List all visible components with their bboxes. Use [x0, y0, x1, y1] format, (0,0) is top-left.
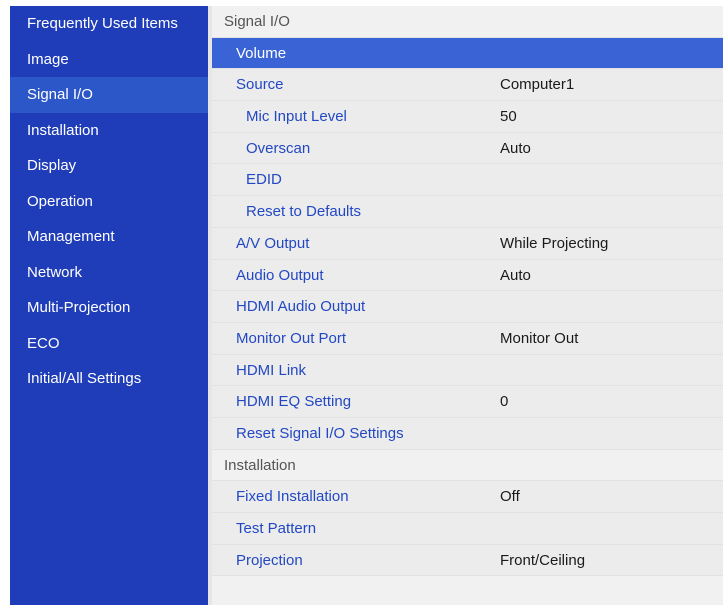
- sidebar-item-display[interactable]: Display: [10, 148, 208, 184]
- menu-row-reset-to-defaults[interactable]: Reset to Defaults: [212, 196, 723, 228]
- row-label: Test Pattern: [236, 520, 317, 537]
- sidebar-item-network[interactable]: Network: [10, 255, 208, 291]
- menu-row-hdmi-eq-setting[interactable]: HDMI EQ Setting 0: [212, 386, 723, 418]
- row-label: Overscan: [246, 139, 311, 157]
- row-label: Volume: [236, 44, 287, 62]
- sidebar-item-initial-all-settings[interactable]: Initial/All Settings: [10, 361, 208, 397]
- row-value: Off: [500, 488, 520, 506]
- row-label: Fixed Installation: [236, 488, 349, 506]
- row-label: HDMI Audio Output: [236, 298, 366, 316]
- menu-row-hdmi-link[interactable]: HDMI Link: [212, 354, 723, 387]
- row-label: Reset Signal I/O Settings: [236, 424, 404, 442]
- row-value: Front/Ceiling: [500, 551, 586, 569]
- menu-row-mic-input-level[interactable]: Mic Input Level 50: [212, 101, 723, 133]
- row-label: Monitor Out Port: [236, 329, 347, 347]
- row-label: A/V Output: [236, 234, 310, 252]
- row-label: Audio Output: [236, 266, 324, 284]
- menu-row-edid[interactable]: EDID: [212, 164, 723, 197]
- section-header-installation: Installation: [212, 449, 723, 482]
- section-title: Installation: [224, 456, 296, 474]
- sidebar-item-installation[interactable]: Installation: [10, 113, 208, 149]
- menu-row-overscan[interactable]: Overscan Auto: [212, 132, 723, 165]
- projector-menu: Frequently Used Items Image Signal I/O I…: [10, 6, 723, 605]
- row-label: HDMI EQ Setting: [236, 393, 352, 411]
- row-label: Projection: [236, 551, 303, 569]
- section-header-signal-io: Signal I/O: [212, 6, 723, 38]
- sidebar-item-frequently-used-items[interactable]: Frequently Used Items: [10, 6, 208, 42]
- menu-row-test-pattern[interactable]: Test Pattern: [212, 513, 723, 545]
- menu-row-fixed-installation[interactable]: Fixed Installation Off: [212, 481, 723, 513]
- row-label: Mic Input Level: [246, 108, 347, 126]
- sidebar-item-multi-projection[interactable]: Multi-Projection: [10, 290, 208, 326]
- menu-row-av-output[interactable]: A/V Output While Projecting: [212, 227, 723, 260]
- sidebar-item-management[interactable]: Management: [10, 219, 208, 255]
- row-label: EDID: [246, 171, 282, 189]
- menu-row-volume[interactable]: Volume: [212, 37, 723, 70]
- sidebar-item-eco[interactable]: ECO: [10, 326, 208, 362]
- row-label: HDMI Link: [236, 361, 307, 379]
- row-value: Auto: [500, 139, 531, 157]
- row-value: Auto: [500, 266, 531, 284]
- menu-row-hdmi-audio-output[interactable]: HDMI Audio Output: [212, 291, 723, 323]
- row-value: 50: [500, 108, 517, 126]
- row-label: Reset to Defaults: [246, 203, 362, 221]
- section-title: Signal I/O: [224, 13, 290, 30]
- row-label: Source: [236, 76, 284, 94]
- menu-row-projection[interactable]: Projection Front/Ceiling: [212, 544, 723, 577]
- row-value: Monitor Out: [500, 329, 579, 347]
- row-value: While Projecting: [500, 234, 609, 252]
- menu-row-source[interactable]: Source Computer1: [212, 69, 723, 102]
- settings-panel: Signal I/O Volume Source Computer1 Mic I…: [208, 6, 723, 605]
- menu-row-audio-output[interactable]: Audio Output Auto: [212, 259, 723, 292]
- sidebar-item-image[interactable]: Image: [10, 42, 208, 78]
- row-value: Computer1: [500, 76, 575, 94]
- sidebar: Frequently Used Items Image Signal I/O I…: [10, 6, 208, 605]
- menu-row-monitor-out-port[interactable]: Monitor Out Port Monitor Out: [212, 322, 723, 355]
- sidebar-item-signal-io[interactable]: Signal I/O: [10, 77, 208, 113]
- menu-row-reset-signal-io-settings[interactable]: Reset Signal I/O Settings: [212, 417, 723, 450]
- row-value: 0: [500, 393, 509, 411]
- sidebar-item-operation[interactable]: Operation: [10, 184, 208, 220]
